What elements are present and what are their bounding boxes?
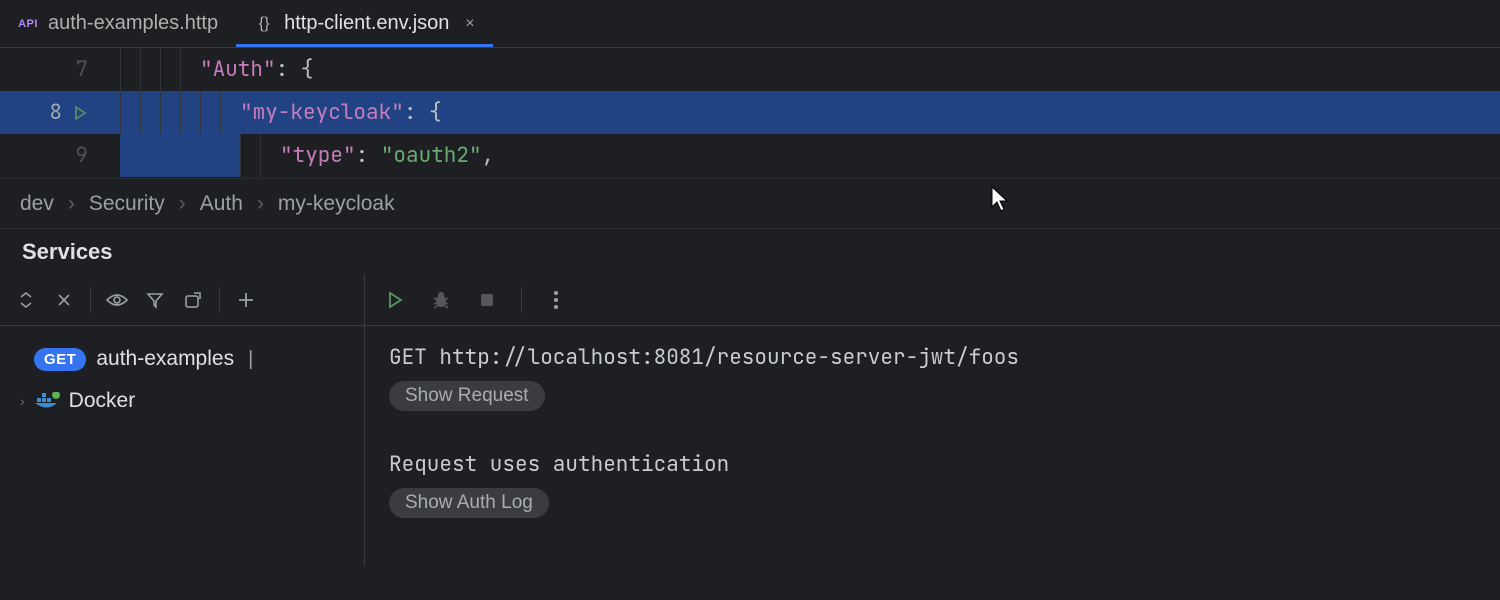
docker-icon bbox=[35, 392, 59, 410]
show-auth-log-button[interactable]: Show Auth Log bbox=[389, 488, 549, 518]
chevron-right-icon: › bbox=[68, 192, 75, 216]
tree-item-label: Docker bbox=[69, 389, 136, 413]
json-punct: : { bbox=[276, 56, 314, 83]
crumb[interactable]: dev bbox=[20, 192, 54, 216]
json-key: "my-keycloak" bbox=[240, 99, 404, 126]
http-method-badge: GET bbox=[34, 348, 86, 371]
caret-icon: | bbox=[248, 348, 253, 371]
services-panel-title: Services bbox=[0, 228, 1500, 274]
services-tree-pane: GET auth-examples | › Docker bbox=[0, 274, 365, 566]
crumb[interactable]: Auth bbox=[200, 192, 243, 216]
line-number: 7 bbox=[0, 56, 100, 83]
json-punct: , bbox=[482, 142, 495, 169]
json-punct: : { bbox=[404, 99, 442, 126]
bug-icon[interactable] bbox=[429, 288, 453, 312]
api-icon: API bbox=[18, 14, 38, 34]
chevron-right-icon: › bbox=[179, 192, 186, 216]
chevron-right-icon: › bbox=[257, 192, 264, 216]
tab-auth-examples[interactable]: API auth-examples.http bbox=[0, 0, 236, 47]
code-line-selected: 8 "my-keycloak": { bbox=[0, 91, 1500, 134]
line-number: 8 bbox=[0, 99, 100, 126]
json-braces-icon: {} bbox=[254, 14, 274, 34]
add-icon[interactable] bbox=[234, 288, 258, 312]
show-request-button[interactable]: Show Request bbox=[389, 381, 545, 411]
json-key: "type" bbox=[280, 142, 356, 169]
auth-text: Request uses authentication bbox=[389, 451, 1476, 478]
detail-toolbar bbox=[365, 274, 1500, 326]
separator bbox=[219, 287, 220, 313]
crumb[interactable]: my-keycloak bbox=[278, 192, 395, 216]
run-icon[interactable] bbox=[383, 288, 407, 312]
collapse-all-icon[interactable] bbox=[52, 288, 76, 312]
detail-body: GET http://localhost:8081/resource-serve… bbox=[365, 326, 1500, 536]
expand-collapse-icon[interactable] bbox=[14, 288, 38, 312]
tree-item-label: auth-examples bbox=[96, 347, 234, 371]
separator bbox=[521, 287, 522, 313]
tab-label: http-client.env.json bbox=[284, 12, 449, 35]
crumb[interactable]: Security bbox=[89, 192, 165, 216]
services-panel: GET auth-examples | › Docker bbox=[0, 274, 1500, 566]
request-line: GET http://localhost:8081/resource-serve… bbox=[389, 344, 1476, 371]
tree-item-request[interactable]: GET auth-examples | bbox=[0, 338, 364, 380]
services-tree: GET auth-examples | › Docker bbox=[0, 326, 364, 422]
services-tree-toolbar bbox=[0, 274, 364, 326]
code-line: 9 "type": "oauth2", bbox=[0, 134, 1500, 177]
chevron-right-icon: › bbox=[20, 393, 25, 409]
services-detail-pane: GET http://localhost:8081/resource-serve… bbox=[365, 274, 1500, 566]
json-string: "oauth2" bbox=[381, 142, 482, 169]
eye-icon[interactable] bbox=[105, 288, 129, 312]
tree-item-docker[interactable]: › Docker bbox=[0, 380, 364, 422]
json-key: "Auth" bbox=[200, 56, 276, 83]
separator bbox=[90, 287, 91, 313]
close-icon[interactable]: × bbox=[465, 15, 474, 33]
filter-icon[interactable] bbox=[143, 288, 167, 312]
tab-label: auth-examples.http bbox=[48, 12, 218, 35]
tab-http-client-env[interactable]: {} http-client.env.json × bbox=[236, 0, 493, 47]
breadcrumb: dev › Security › Auth › my-keycloak bbox=[0, 178, 1500, 228]
code-line: 7 "Auth": { bbox=[0, 48, 1500, 91]
line-number: 9 bbox=[0, 142, 100, 169]
mouse-cursor-icon bbox=[990, 185, 1010, 213]
layout-icon[interactable] bbox=[181, 288, 205, 312]
run-gutter-icon[interactable] bbox=[72, 105, 88, 121]
code-editor[interactable]: 7 "Auth": { 8 "my-keycloak": { 9 "type":… bbox=[0, 48, 1500, 178]
more-icon[interactable] bbox=[544, 288, 568, 312]
stop-icon[interactable] bbox=[475, 288, 499, 312]
editor-tabs: API auth-examples.http {} http-client.en… bbox=[0, 0, 1500, 48]
